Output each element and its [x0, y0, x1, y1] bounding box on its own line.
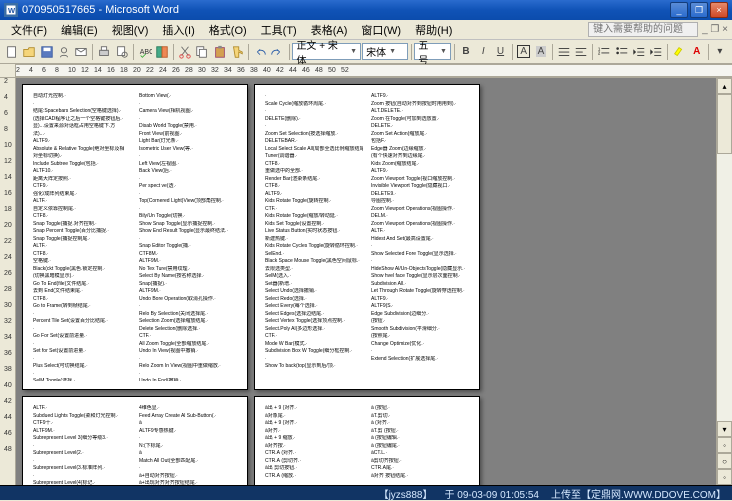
status-bar: 【jyzs888】 于 09-03-09 01:05:54 上传至【定鼎网.WW…: [0, 485, 732, 500]
menu-bar: 文件(F) 编辑(E) 视图(V) 插入(I) 格式(O) 工具(T) 表格(A…: [0, 20, 732, 40]
window-title: 070950517665 - Microsoft Word: [22, 4, 670, 16]
print-button[interactable]: [96, 43, 112, 61]
underline-button[interactable]: U: [492, 43, 508, 61]
ruler-horizontal[interactable]: 2468101214161820222426283032343638404244…: [0, 64, 732, 78]
print-preview-button[interactable]: [113, 43, 129, 61]
ruler-vertical[interactable]: 2468101214161820222426283032343638404244…: [0, 78, 16, 485]
research-button[interactable]: [154, 43, 170, 61]
menu-view[interactable]: 视图(V): [105, 20, 156, 40]
bold-button[interactable]: B: [458, 43, 474, 61]
next-page-button[interactable]: ◦: [717, 469, 732, 485]
open-button[interactable]: [21, 43, 37, 61]
align-left-button[interactable]: [573, 43, 589, 61]
status-user: 【jyzs888】: [379, 486, 433, 501]
scroll-up-button[interactable]: ▴: [717, 78, 732, 94]
scroll-track[interactable]: [717, 94, 732, 421]
email-button[interactable]: [73, 43, 89, 61]
numbered-list-button[interactable]: 12: [596, 43, 612, 61]
document-area: 自动灯光控制.ᐧᐧ结尾:Spacebars Selection(空格键选择).ᐧ…: [16, 78, 716, 485]
font-color-button[interactable]: A: [689, 43, 705, 61]
highlight-button[interactable]: [671, 43, 687, 61]
cut-button[interactable]: [177, 43, 193, 61]
scroll-down-button[interactable]: ▾: [717, 421, 732, 437]
maximize-button[interactable]: ❐: [690, 2, 708, 18]
scroll-thumb[interactable]: [717, 94, 732, 154]
italic-button[interactable]: I: [475, 43, 491, 61]
page-1: 自动灯光控制.ᐧᐧ结尾:Spacebars Selection(空格键选择).ᐧ…: [22, 84, 248, 390]
paste-button[interactable]: [212, 43, 228, 61]
app-icon: W: [4, 3, 18, 17]
page-3: ALTF.ᐧSubdued Lights Toggle(柔和灯光控制.ᐧCTF9…: [22, 396, 248, 485]
redo-button[interactable]: [269, 43, 285, 61]
format-painter-button[interactable]: [229, 43, 245, 61]
prev-page-button[interactable]: ◦: [717, 437, 732, 453]
menu-insert[interactable]: 插入(I): [155, 20, 201, 40]
menu-format[interactable]: 格式(O): [202, 20, 254, 40]
permission-button[interactable]: [56, 43, 72, 61]
page-2: ᐧScale Cycle(缩放循环周尾.ᐧᐧDELETE(删除).ᐧᐧZoom …: [254, 84, 480, 390]
window-titlebar: W 070950517665 - Microsoft Word _ ❐ ×: [0, 0, 732, 20]
size-combo[interactable]: 五号▼: [414, 43, 451, 60]
char-shade-button[interactable]: A: [533, 43, 549, 61]
toolbar: ABC 正文 + 宋体▼ 宋体▼ 五号▼ B I U A A 12 A ▾: [0, 40, 732, 64]
copy-button[interactable]: [194, 43, 210, 61]
close-button[interactable]: ×: [710, 2, 728, 18]
bullet-list-button[interactable]: [614, 43, 630, 61]
undo-button[interactable]: [252, 43, 268, 61]
align-dist-button[interactable]: [556, 43, 572, 61]
vertical-scrollbar[interactable]: ▴ ▾ ◦ ○ ◦: [716, 78, 732, 485]
menu-window[interactable]: 窗口(W): [354, 20, 408, 40]
menu-file[interactable]: 文件(F): [4, 20, 54, 40]
spell-button[interactable]: ABC: [137, 43, 153, 61]
status-timestamp: 于 09-03-09 01:05:54: [444, 486, 539, 501]
browse-object-button[interactable]: ○: [717, 453, 732, 469]
save-button[interactable]: [39, 43, 55, 61]
indent-button[interactable]: [648, 43, 664, 61]
mdi-buttons[interactable]: _ ❐ ×: [702, 24, 728, 35]
menu-edit[interactable]: 编辑(E): [54, 20, 105, 40]
new-button[interactable]: [4, 43, 20, 61]
more-button[interactable]: ▾: [712, 43, 728, 61]
minimize-button[interactable]: _: [670, 2, 688, 18]
help-search-input[interactable]: [588, 22, 698, 37]
page-4: à出 + 9 (对齐.ᐧà对象尾.ᐧà出 + 9 (对齐.ᐧà对齐.ᐧà出 + …: [254, 396, 480, 485]
font-combo[interactable]: 宋体▼: [362, 43, 407, 60]
char-border-button[interactable]: A: [516, 43, 532, 61]
status-upload: 上传至【定鼎网.WWW.DDOVE.COM】: [551, 486, 726, 501]
style-combo[interactable]: 正文 + 宋体▼: [292, 43, 361, 60]
outdent-button[interactable]: [631, 43, 647, 61]
svg-text:W: W: [8, 6, 16, 15]
svg-text:ABC: ABC: [140, 48, 152, 55]
svg-text:2: 2: [598, 50, 601, 55]
